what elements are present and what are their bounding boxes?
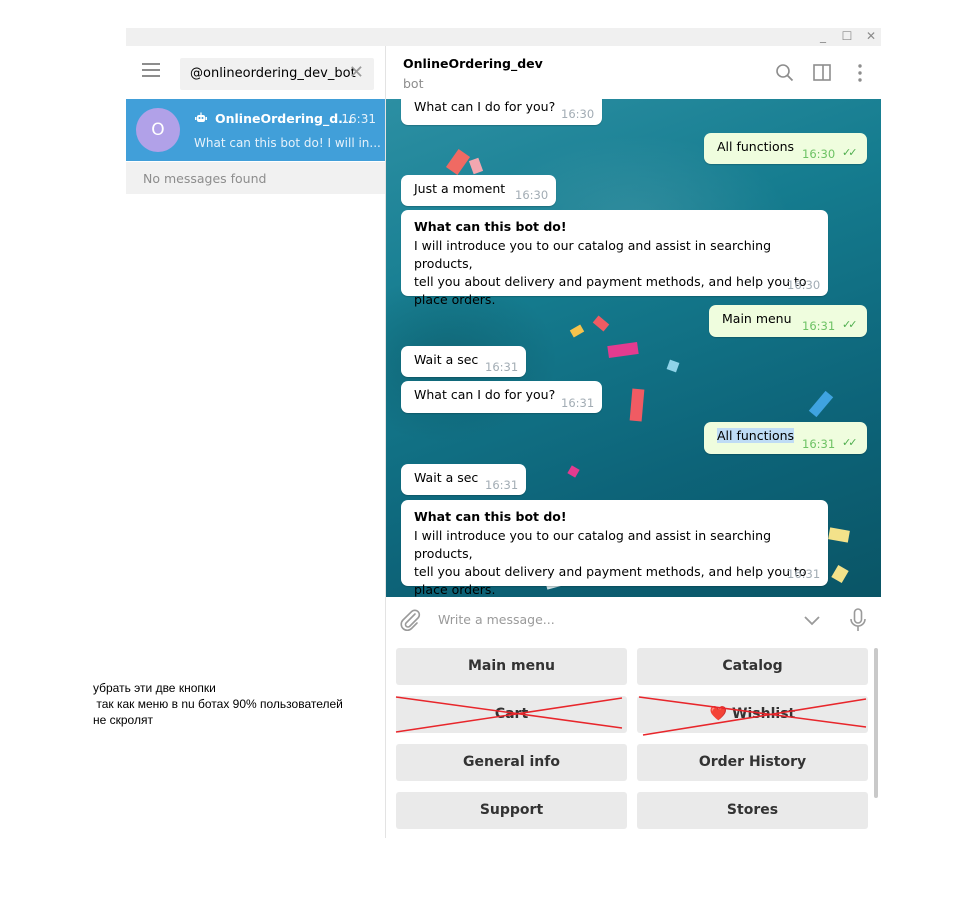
message-time: 16:31 <box>802 319 836 333</box>
keyboard-scrollbar[interactable] <box>874 648 878 798</box>
chat-title[interactable]: OnlineOrdering_dev <box>403 56 543 71</box>
message-incoming[interactable]: Wait a sec 16:31 <box>401 464 526 495</box>
maximize-button[interactable]: ☐ <box>837 28 857 46</box>
message-incoming[interactable]: What can this bot do! I will introduce y… <box>401 210 828 307</box>
bot-icon <box>195 112 207 122</box>
confetti-decoration <box>468 157 484 175</box>
message-title: What can this bot do! <box>414 219 567 234</box>
keyboard-button-main-menu[interactable]: Main menu <box>396 648 627 685</box>
chevron-down-icon[interactable] <box>802 613 822 627</box>
search-icon[interactable] <box>774 62 796 84</box>
sidebar-toggle-icon[interactable] <box>811 62 833 84</box>
message-time: 16:31 <box>561 396 595 410</box>
message-time: 16:31 <box>485 478 519 492</box>
chat-name: OnlineOrdering_d... <box>215 111 353 126</box>
message-time: 16:30 <box>515 188 549 202</box>
search-empty-state: No messages found <box>126 162 385 194</box>
message-incoming[interactable]: Just a moment 16:30 <box>401 175 556 206</box>
confetti-decoration <box>607 341 639 359</box>
annotation-note: убрать эти две кнопки так как меню в nu … <box>93 680 343 728</box>
annotation-line: не скролят <box>93 713 153 727</box>
search-value: @onlineordering_dev_bot <box>190 66 356 81</box>
close-button[interactable]: ✕ <box>861 28 881 46</box>
message-input[interactable]: Write a message... <box>438 612 555 627</box>
chat-time: 16:31 <box>341 112 376 126</box>
microphone-icon[interactable] <box>848 607 868 633</box>
compose-bar: Write a message... <box>386 597 881 643</box>
message-incoming[interactable]: What can I do for you? 16:30 <box>401 99 602 125</box>
message-text: Main menu <box>722 311 792 326</box>
confetti-decoration <box>592 315 610 332</box>
attach-icon[interactable] <box>398 608 422 632</box>
message-text: What can I do for you? <box>414 99 556 114</box>
annotation-line: убрать эти две кнопки <box>93 681 216 695</box>
confetti-decoration <box>445 148 471 176</box>
bot-reply-keyboard: Main menu Catalog Cart ❤️ Wishlist Gener… <box>386 643 881 838</box>
annotation-line: так как меню в nu ботах 90% пользователе… <box>93 697 343 711</box>
keyboard-button-catalog[interactable]: Catalog <box>637 648 868 685</box>
message-text: What can I do for you? <box>414 387 556 402</box>
chat-preview: What can this bot do! I will in... <box>194 136 381 150</box>
read-checkmark-icon: ✓✓ <box>842 436 858 449</box>
message-text: I will introduce you to our catalog and … <box>414 238 807 307</box>
message-time: 16:30 <box>787 278 821 292</box>
message-incoming[interactable]: What can I do for you? 16:31 <box>401 381 602 413</box>
message-outgoing[interactable]: All functions 16:30 ✓✓ <box>704 133 867 164</box>
keyboard-button-stores[interactable]: Stores <box>637 792 868 829</box>
confetti-decoration <box>831 564 849 584</box>
confetti-decoration <box>569 324 585 338</box>
message-outgoing[interactable]: All functions 16:31 ✓✓ <box>704 422 867 454</box>
message-text: I will introduce you to our catalog and … <box>414 528 807 597</box>
confetti-decoration <box>666 359 680 373</box>
window-titlebar: _ ☐ ✕ <box>126 28 881 46</box>
chat-list-item[interactable]: O OnlineOrdering_d... 16:31 What can thi… <box>126 99 385 161</box>
clear-search-icon[interactable]: ✕ <box>349 62 364 83</box>
confetti-decoration <box>567 465 580 478</box>
chat-status: bot <box>403 76 424 91</box>
message-incoming[interactable]: Wait a sec 16:31 <box>401 346 526 377</box>
read-checkmark-icon: ✓✓ <box>842 318 858 331</box>
message-time: 16:31 <box>485 360 519 374</box>
hamburger-menu-icon[interactable] <box>142 62 162 78</box>
message-incoming[interactable]: What can this bot do! I will introduce y… <box>401 500 828 597</box>
message-text: Just a moment <box>414 181 506 196</box>
message-text: Wait a sec <box>414 352 479 367</box>
message-title: What can this bot do! <box>414 509 567 524</box>
message-outgoing[interactable]: Main menu 16:31 ✓✓ <box>709 305 867 337</box>
message-text: All functions <box>717 139 795 154</box>
keyboard-button-general-info[interactable]: General info <box>396 744 627 781</box>
message-time: 16:30 <box>561 107 595 121</box>
chat-header: OnlineOrdering_dev bot <box>386 46 881 99</box>
search-input[interactable]: @onlineordering_dev_bot ✕ <box>180 58 374 90</box>
confetti-decoration <box>808 390 834 418</box>
no-results-label: No messages found <box>143 171 267 186</box>
message-text: Wait a sec <box>414 470 479 485</box>
message-time: 16:30 <box>802 147 836 161</box>
read-checkmark-icon: ✓✓ <box>842 146 858 159</box>
more-vertical-icon[interactable] <box>849 62 871 84</box>
avatar: O <box>136 108 180 152</box>
message-time: 16:31 <box>787 567 821 581</box>
confetti-decoration <box>828 527 850 543</box>
chat-history[interactable]: What can I do for you? 16:30 All functio… <box>386 99 881 597</box>
keyboard-button-order-history[interactable]: Order History <box>637 744 868 781</box>
confetti-decoration <box>629 388 645 422</box>
minimize-button[interactable]: _ <box>813 28 833 46</box>
message-text-selected: All functions <box>717 428 795 443</box>
keyboard-button-cart[interactable]: Cart <box>396 696 627 733</box>
keyboard-button-wishlist[interactable]: ❤️ Wishlist <box>637 696 868 733</box>
message-time: 16:31 <box>802 437 836 451</box>
keyboard-button-support[interactable]: Support <box>396 792 627 829</box>
